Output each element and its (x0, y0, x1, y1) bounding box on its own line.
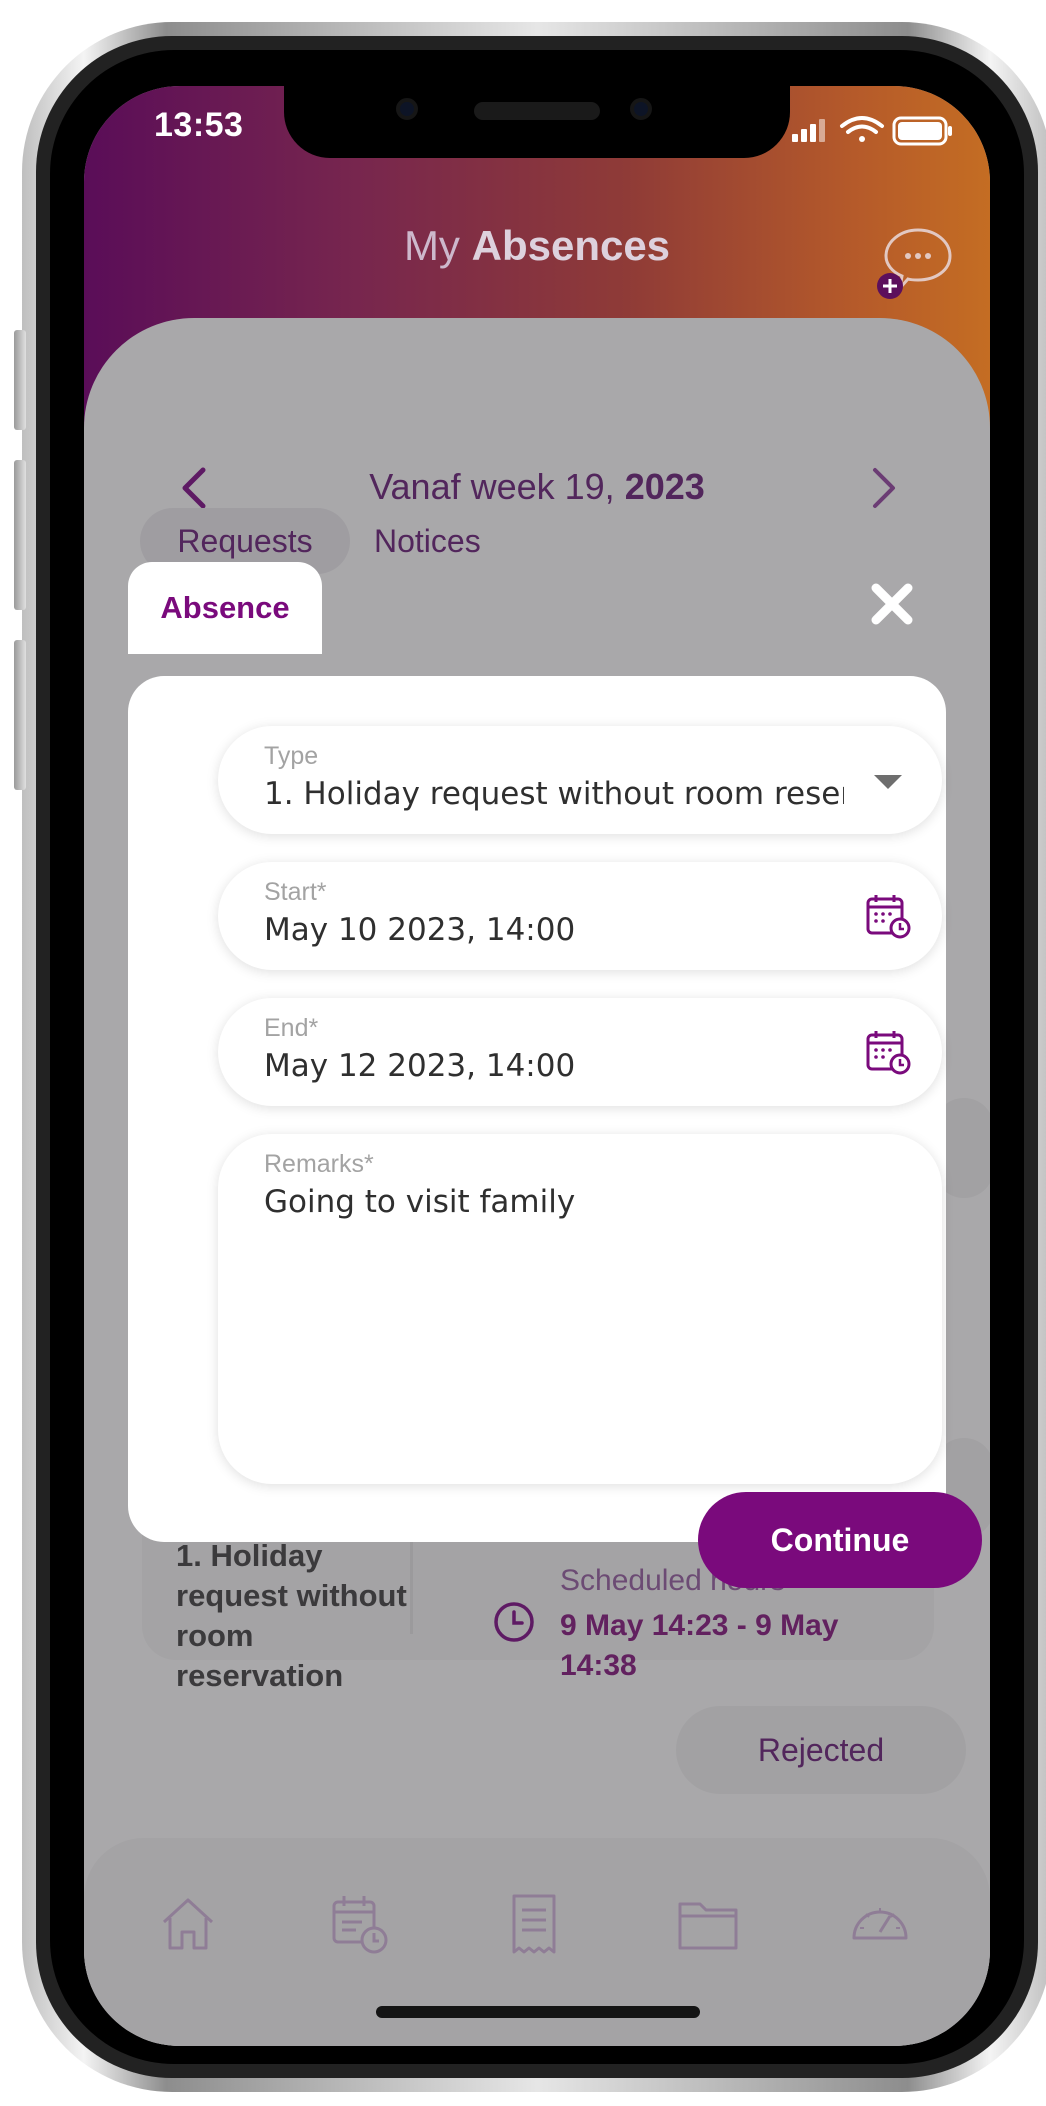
status-badge: Rejected (676, 1706, 966, 1794)
close-icon[interactable] (868, 580, 916, 628)
signal-icon (792, 119, 825, 142)
speaker-grille (474, 102, 600, 120)
request-type: 1. Holiday request without room reservat… (176, 1538, 407, 1693)
calendar-clock-icon[interactable] (864, 1028, 912, 1076)
title-bold: Absences (471, 222, 671, 269)
remarks-label: Remarks* (264, 1150, 374, 1178)
start-label: Start* (264, 878, 327, 906)
type-select[interactable]: Type 1. Holiday request without room res… (218, 726, 942, 834)
tab-notices[interactable]: Notices (374, 508, 554, 574)
title-light: My (403, 222, 460, 269)
start-date-field[interactable]: Start* May 10 2023, 14:00 (218, 862, 942, 970)
end-value: May 12 2023, 14:00 (264, 1048, 576, 1084)
status-icons (792, 116, 952, 146)
remarks-textarea[interactable]: Remarks* Going to visit family (218, 1134, 942, 1484)
type-label: Type (264, 742, 319, 770)
battery-icon (892, 116, 952, 146)
sensor-icon (630, 98, 652, 120)
home-indicator[interactable] (376, 2006, 700, 2018)
volume-up-button (14, 460, 26, 610)
notch (284, 86, 790, 158)
scheduled-hours-value: 9 May 14:23 - 9 May 14:38 (560, 1609, 839, 1682)
start-value: May 10 2023, 14:00 (264, 912, 576, 948)
chevron-right-icon (873, 468, 895, 508)
type-value: 1. Holiday request without room reser (264, 776, 844, 812)
next-week-button[interactable] (854, 458, 914, 518)
remarks-value: Going to visit family (264, 1184, 576, 1220)
calendar-clock-icon[interactable] (864, 892, 912, 940)
calendar-clock-icon[interactable] (328, 1892, 392, 1956)
caret-down-icon (874, 775, 902, 789)
speedometer-icon[interactable] (848, 1892, 912, 1956)
modal-tab-absence[interactable]: Absence (128, 562, 322, 654)
folder-icon[interactable] (676, 1892, 740, 1956)
clock-icon (494, 1602, 534, 1642)
receipt-icon[interactable] (502, 1892, 566, 1956)
continue-button[interactable]: Continue (698, 1492, 982, 1588)
mute-switch (14, 330, 26, 430)
volume-down-button (14, 640, 26, 790)
week-prefix: Vanaf week 19, (369, 466, 615, 507)
home-icon[interactable] (156, 1892, 220, 1956)
status-time: 13:53 (154, 106, 244, 144)
end-date-field[interactable]: End* May 12 2023, 14:00 (218, 998, 942, 1106)
wifi-icon (840, 116, 884, 142)
app-screen: 13:53 My Absences Vanaf week 19, 2023 Re… (84, 86, 990, 2046)
week-year: 2023 (624, 466, 705, 507)
camera-icon (396, 98, 418, 120)
new-message-icon[interactable] (874, 220, 960, 306)
end-label: End* (264, 1014, 319, 1042)
page-title: My Absences (84, 222, 990, 270)
absence-form: Type 1. Holiday request without room res… (128, 676, 946, 1542)
